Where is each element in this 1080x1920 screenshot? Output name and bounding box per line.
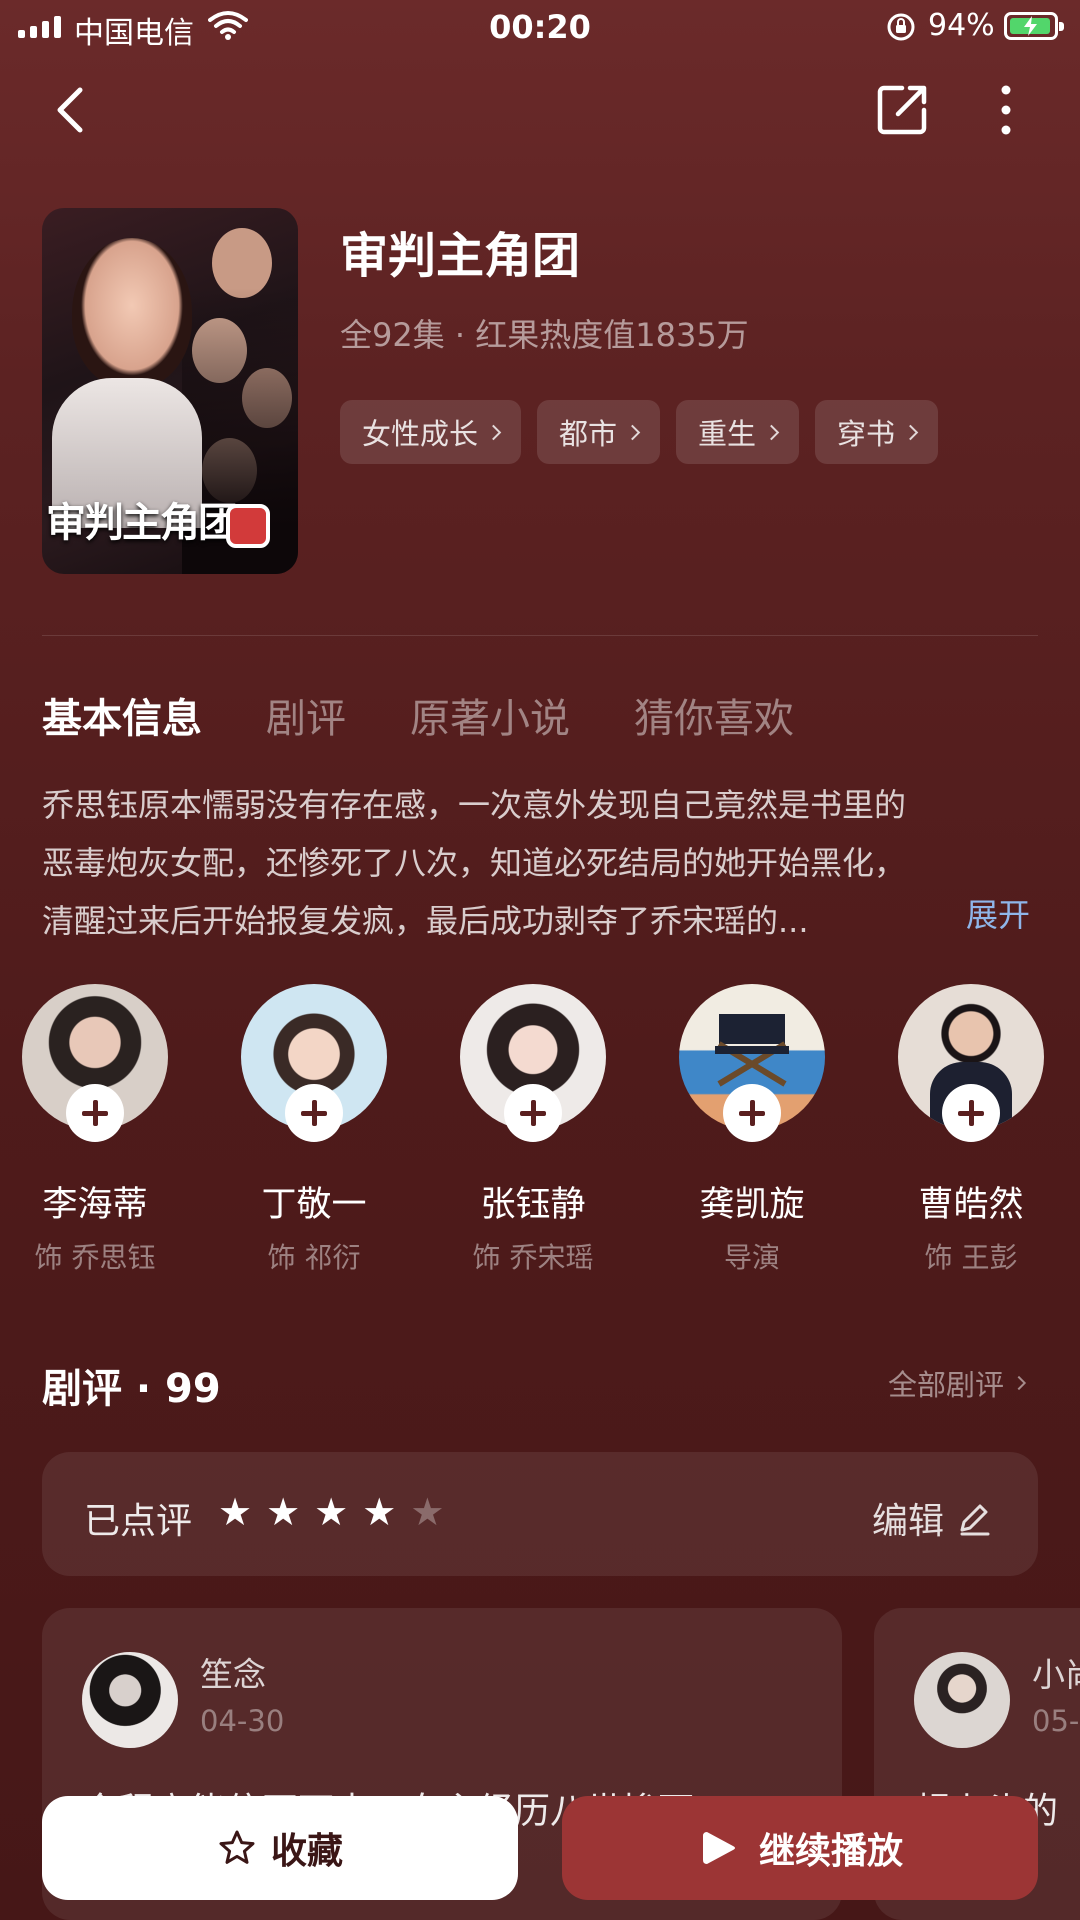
review-username: 笙念	[200, 1655, 266, 1694]
cast-name: 丁敬一	[261, 1185, 367, 1225]
star-filled-icon[interactable]: ★	[266, 1492, 300, 1532]
tag-chip[interactable]: 都市	[537, 400, 661, 464]
my-rating-card: 已点评 ★ ★ ★ ★ ★ 编辑	[42, 1452, 1038, 1576]
star-outline-icon	[219, 1830, 255, 1864]
cast-role: 饰 乔思钰	[34, 1241, 156, 1274]
all-reviews-label: 全部剧评	[888, 1368, 1005, 1402]
pencil-icon	[960, 1504, 990, 1536]
cast-name: 龚凯旋	[699, 1185, 805, 1225]
more-icon[interactable]	[978, 80, 1038, 140]
play-icon	[702, 1832, 735, 1864]
share-icon[interactable]	[872, 80, 932, 140]
avatar	[914, 1652, 1010, 1748]
star-empty-icon[interactable]: ★	[410, 1492, 444, 1532]
favorite-button[interactable]: 收藏	[42, 1796, 518, 1900]
cast-name: 李海蒂	[42, 1185, 148, 1225]
cast-item[interactable]: 曹皓然 饰 王彭	[898, 984, 1044, 1274]
cast-role: 饰 乔宋瑶	[472, 1241, 594, 1274]
star-filled-icon[interactable]: ★	[218, 1492, 252, 1532]
description-line: 乔思钰原本懦弱没有存在感，一次意外发现自己竟然是书里的	[42, 786, 907, 824]
battery-icon	[1004, 12, 1064, 40]
avatar	[82, 1652, 178, 1748]
battery-percent: 94%	[928, 8, 995, 43]
edit-label: 编辑	[872, 1501, 945, 1542]
cast-item[interactable]: 丁敬一 饰 祁衍	[241, 984, 387, 1274]
chevron-right-icon	[1011, 1375, 1027, 1391]
tag-label: 都市	[559, 417, 618, 451]
follow-plus-icon[interactable]	[723, 1084, 781, 1142]
tab-basic-info[interactable]: 基本信息	[42, 686, 202, 744]
rated-label: 已点评	[84, 1501, 193, 1542]
tab-reviews[interactable]: 剧评	[266, 686, 346, 744]
continue-play-button[interactable]: 继续播放	[562, 1796, 1038, 1900]
cast-role: 饰 祁衍	[267, 1241, 361, 1274]
cast-role: 导演	[723, 1241, 780, 1274]
description-line: 恶毒炮灰女配，还惨死了八次，知道必死结局的她开始黑化，	[42, 844, 907, 882]
cast-name: 曹皓然	[918, 1185, 1024, 1225]
status-bar: 中国电信 00:20 94%	[0, 0, 1080, 54]
poster-title: 审判主角团	[46, 500, 238, 546]
rotation-lock-icon	[887, 13, 915, 41]
poster-image[interactable]: 审判主角团	[42, 208, 298, 574]
all-reviews-link[interactable]: 全部剧评	[888, 1362, 1027, 1404]
cast-role: 饰 王彭	[924, 1241, 1018, 1274]
chevron-right-icon	[624, 424, 641, 440]
chevron-right-icon	[763, 424, 780, 440]
tab-recommendations[interactable]: 猜你喜欢	[634, 686, 794, 744]
tab-bar: 基本信息 剧评 原著小说 猜你喜欢	[42, 686, 794, 744]
cast-item[interactable]: 龚凯旋 导演	[679, 984, 825, 1274]
review-date: 04-30	[200, 1704, 285, 1738]
follow-plus-icon[interactable]	[942, 1084, 1000, 1142]
tag-chip[interactable]: 穿书	[815, 400, 939, 464]
follow-plus-icon[interactable]	[504, 1084, 562, 1142]
back-icon[interactable]	[44, 80, 104, 140]
tag-chip[interactable]: 女性成长	[340, 400, 522, 464]
follow-plus-icon[interactable]	[66, 1084, 124, 1142]
tag-label: 穿书	[837, 417, 896, 451]
tag-chip[interactable]: 重生	[676, 400, 800, 464]
review-date: 05-	[1032, 1704, 1080, 1738]
tag-label: 重生	[698, 417, 757, 451]
expand-link[interactable]: 展开	[966, 890, 1030, 936]
drama-title: 审判主角团	[340, 228, 581, 284]
review-username: 小尚	[1032, 1655, 1080, 1694]
divider	[42, 635, 1038, 636]
chevron-right-icon	[902, 424, 919, 440]
description: 乔思钰原本懦弱没有存在感，一次意外发现自己竟然是书里的 恶毒炮灰女配，还惨死了八…	[42, 776, 1042, 950]
app-logo-icon	[226, 504, 270, 548]
play-label: 继续播放	[758, 1831, 903, 1872]
clock: 00:20	[489, 8, 591, 46]
cast-item[interactable]: 李海蒂 饰 乔思钰	[22, 984, 168, 1274]
reviews-title: 剧评 · 99	[42, 1366, 221, 1412]
drama-meta: 全92集 · 红果热度值1835万	[340, 316, 749, 354]
favorite-label: 收藏	[270, 1831, 343, 1872]
follow-plus-icon[interactable]	[285, 1084, 343, 1142]
description-line: 清醒过来后开始报复发疯，最后成功剥夺了乔宋瑶的...	[42, 902, 809, 940]
edit-review-button[interactable]: 编辑	[872, 1492, 994, 1544]
chevron-right-icon	[485, 424, 502, 440]
cast-item[interactable]: 张钰静 饰 乔宋瑶	[460, 984, 606, 1274]
cast-name: 张钰静	[480, 1185, 586, 1225]
star-filled-icon[interactable]: ★	[362, 1492, 396, 1532]
star-rating[interactable]: ★ ★ ★ ★ ★	[218, 1492, 444, 1532]
tag-list: 女性成长 都市 重生 穿书	[340, 400, 939, 464]
tab-original-novel[interactable]: 原著小说	[410, 686, 570, 744]
star-filled-icon[interactable]: ★	[314, 1492, 348, 1532]
tag-label: 女性成长	[362, 417, 479, 451]
